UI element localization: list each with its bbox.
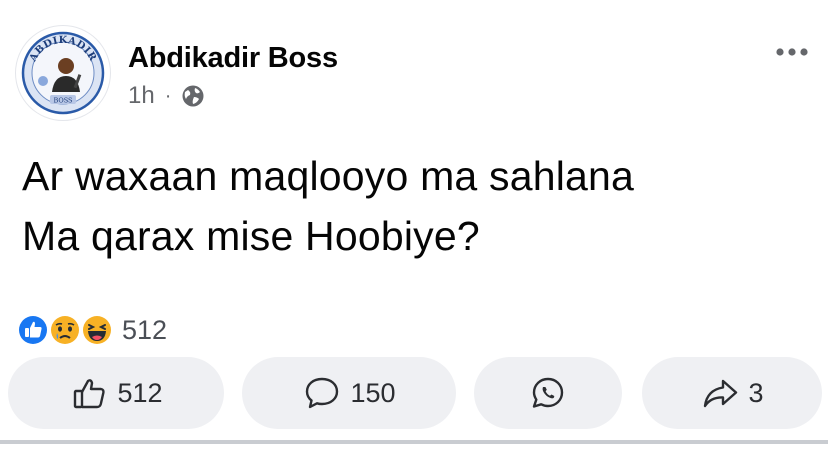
- reaction-icons: [16, 313, 114, 347]
- like-reaction-icon: [17, 314, 49, 346]
- author-avatar[interactable]: ABDIKADIR BOSS: [16, 26, 110, 120]
- sad-reaction-icon: [49, 314, 81, 346]
- avatar-bottom-text: BOSS: [53, 97, 72, 105]
- post-text-line: Ar waxaan maqlooyo ma sahlana: [22, 153, 635, 199]
- post-body: Ar waxaan maqlooyo ma sahlana Ma qarax m…: [22, 146, 634, 266]
- post-card: ABDIKADIR BOSS Abdikadir Boss 1h · Ar wa…: [0, 0, 828, 449]
- meta-separator: ·: [164, 84, 172, 107]
- author-name[interactable]: Abdikadir Boss: [128, 42, 338, 75]
- globe-icon[interactable]: [181, 84, 205, 108]
- whatsapp-share-button[interactable]: [474, 357, 622, 429]
- haha-reaction-icon: [81, 314, 113, 346]
- reaction-count: 512: [122, 314, 168, 345]
- more-options-button[interactable]: [774, 42, 810, 62]
- comment-icon: [306, 377, 339, 409]
- post-time[interactable]: 1h: [128, 82, 155, 110]
- action-bar: 512 150 3: [8, 357, 822, 429]
- post-meta: 1h ·: [128, 82, 205, 110]
- share-count: 3: [748, 377, 764, 408]
- post-text-line: Ma qarax mise Hoobiye?: [22, 213, 480, 259]
- divider: [0, 440, 828, 444]
- like-button[interactable]: 512: [8, 357, 224, 429]
- reactions-summary[interactable]: 512: [16, 313, 167, 347]
- share-button[interactable]: 3: [642, 357, 822, 429]
- like-count: 512: [117, 377, 163, 408]
- thumbs-up-icon: [74, 379, 106, 409]
- share-arrow-icon: [704, 379, 738, 408]
- more-dots-icon: [776, 48, 808, 56]
- comment-button[interactable]: 150: [242, 357, 456, 429]
- whatsapp-icon: [532, 377, 564, 408]
- comment-count: 150: [350, 377, 396, 408]
- avatar-logo-icon: ABDIKADIR BOSS: [19, 29, 107, 117]
